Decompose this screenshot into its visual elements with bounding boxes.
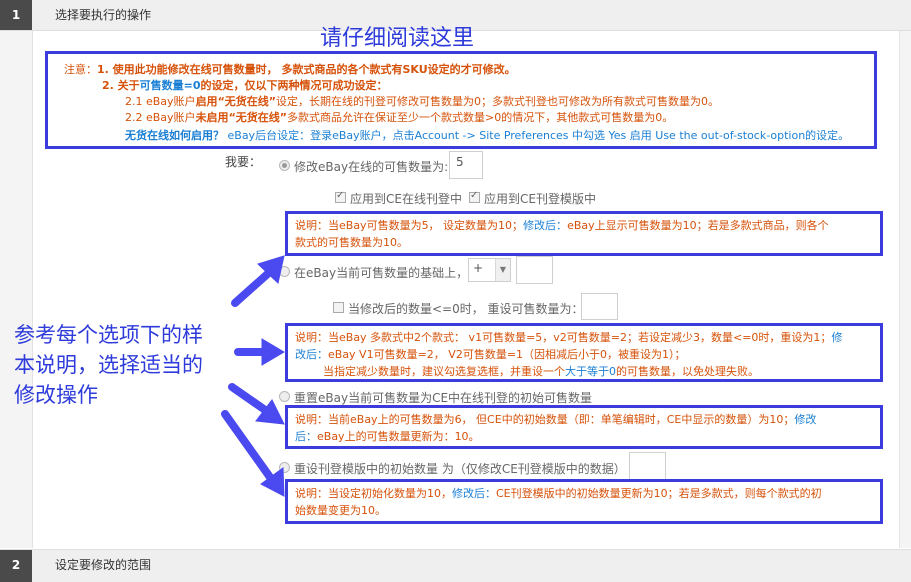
section-number: 2 [0,550,32,582]
arrow-right-icon [234,338,285,366]
annotation-arrows [221,255,285,497]
arrow-down-right-icon [228,383,285,425]
arrow-down-right-long-icon [221,410,285,497]
section-header-2[interactable]: 2 设定要修改的范围 [0,549,911,582]
arrow-up-right-icon [231,255,285,307]
section-title: 设定要修改的范围 [55,558,152,572]
